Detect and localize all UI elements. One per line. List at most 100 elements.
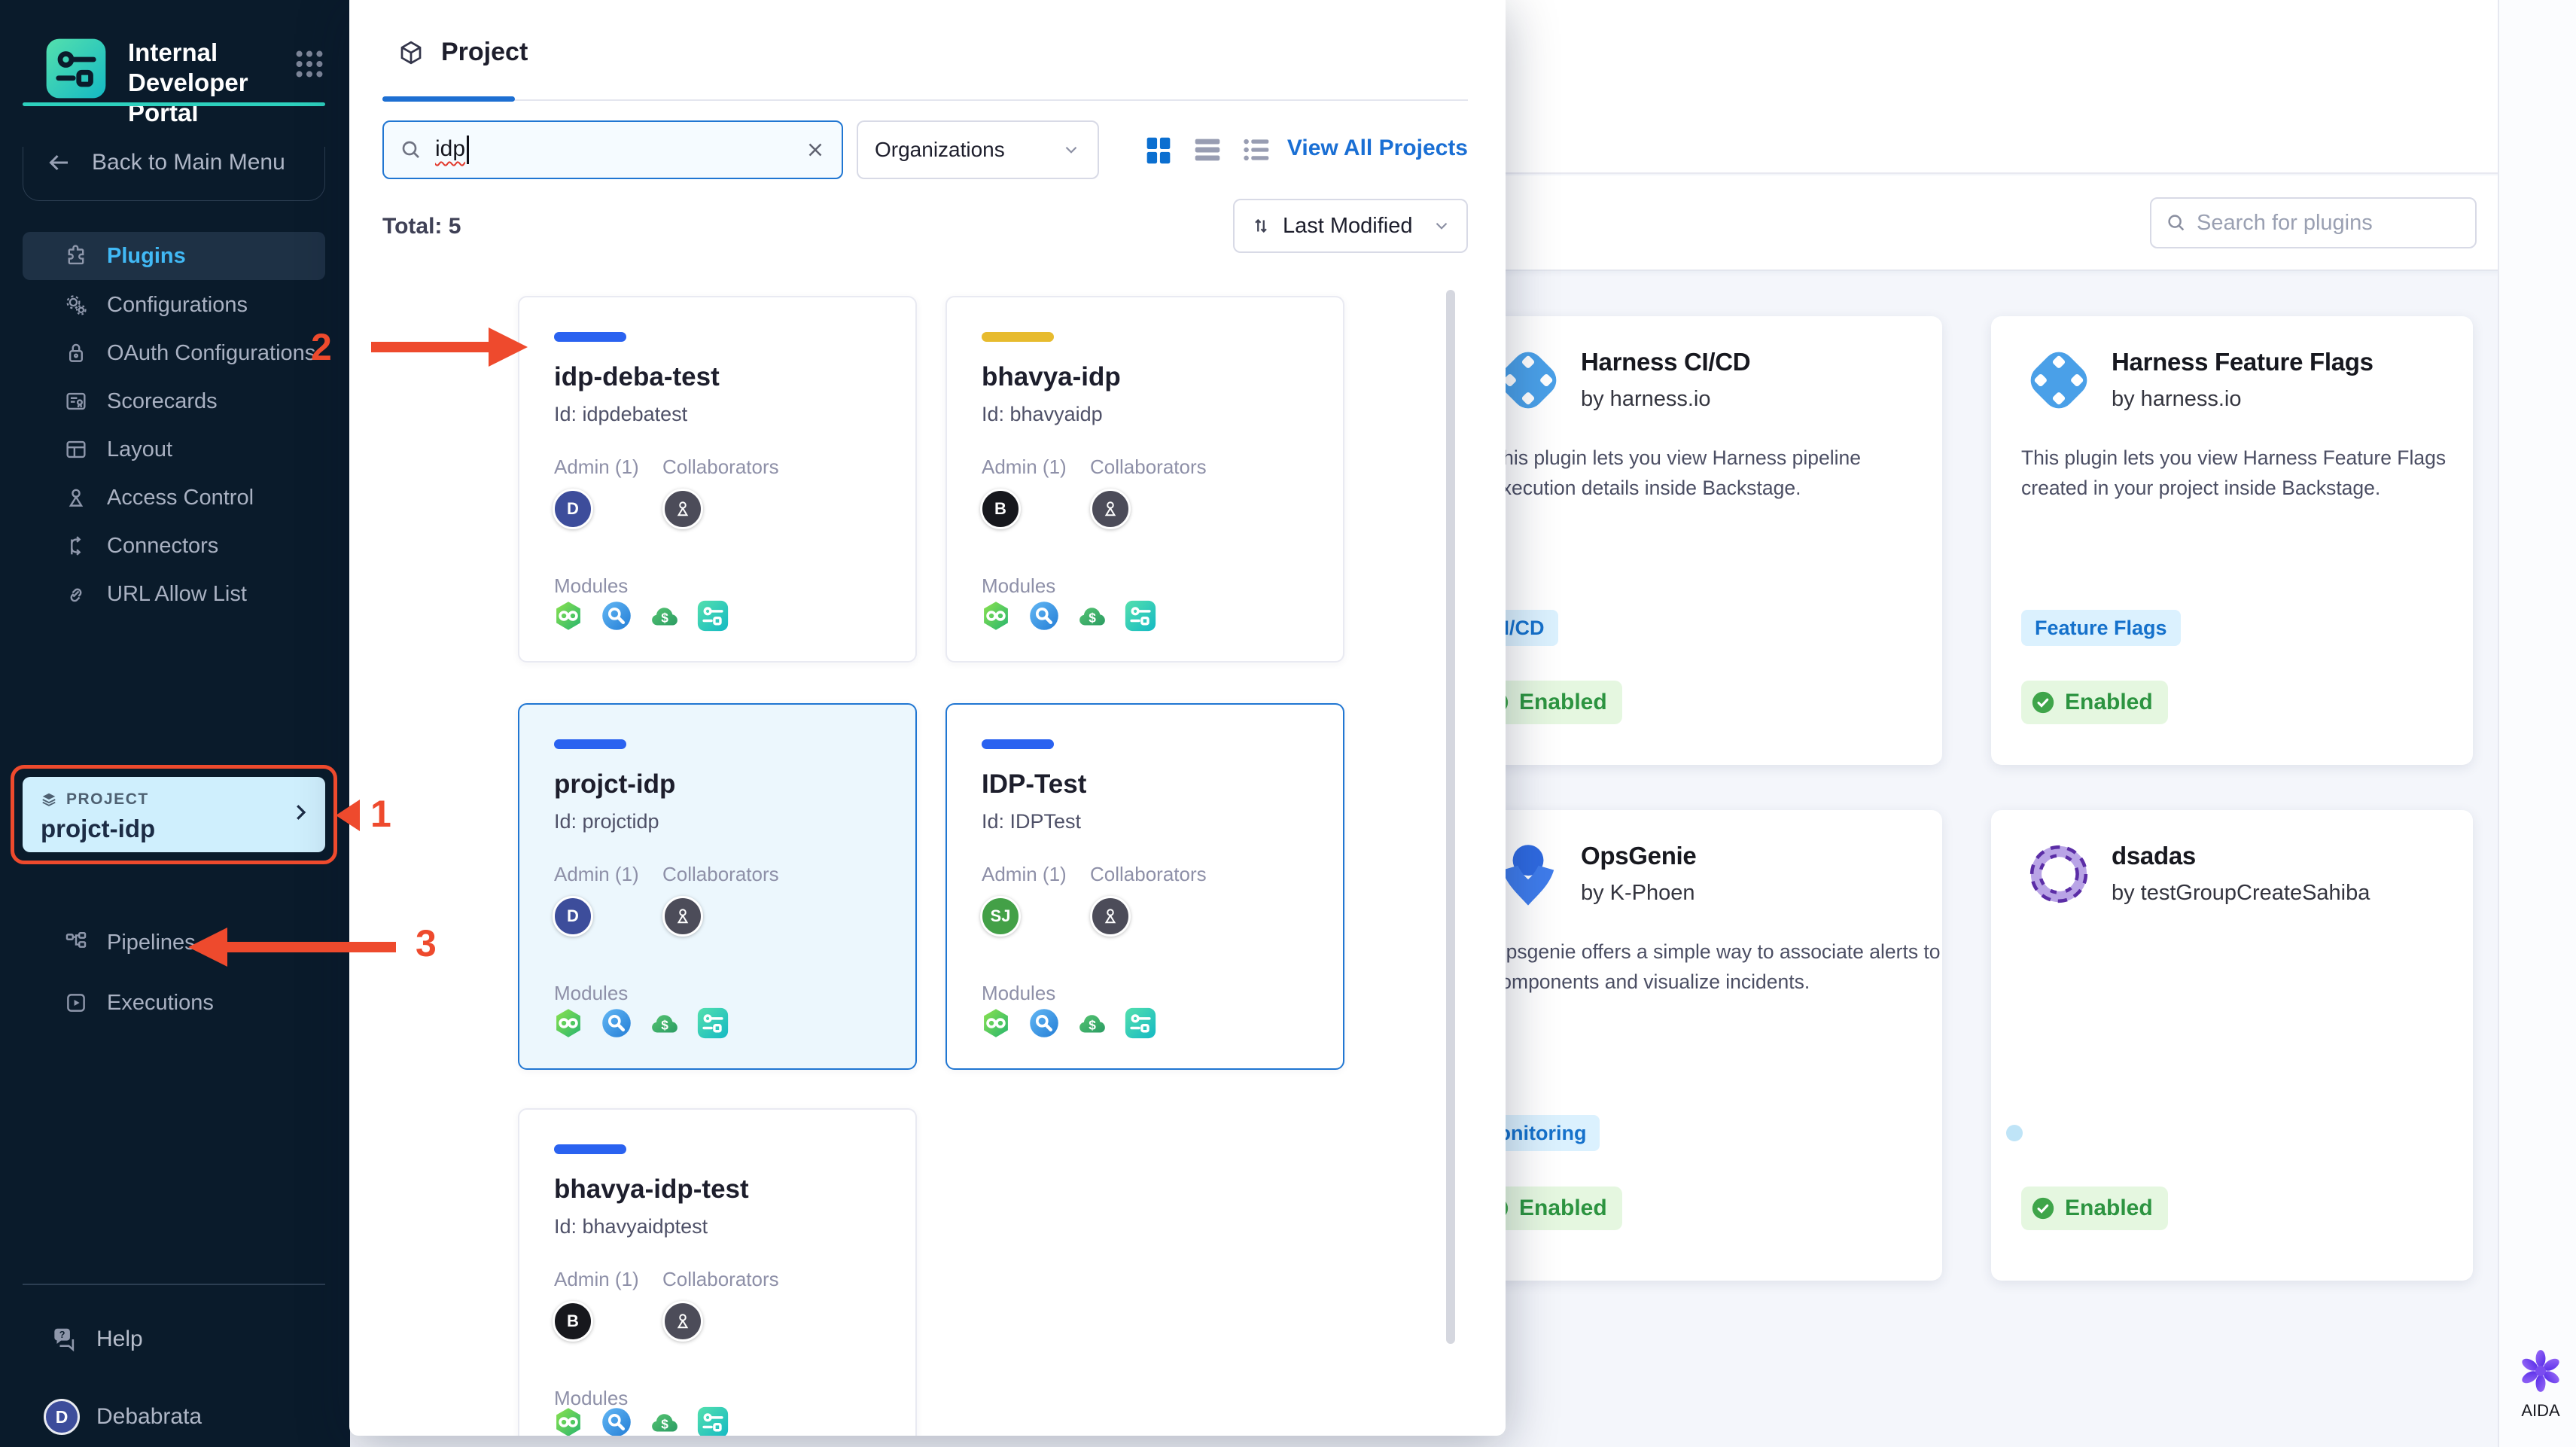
plugin-title: Harness Feature Flags — [2112, 348, 2374, 376]
plugin-card-feature-flags[interactable]: Harness Feature Flags by harness.io This… — [1991, 316, 2473, 765]
sidebar-item-label: OAuth Configurations — [107, 340, 316, 365]
collaborators-label: Collaborators — [662, 1268, 779, 1290]
status-badge: Enabled — [2021, 681, 2168, 724]
svg-text:$: $ — [1089, 610, 1096, 625]
apps-grid-icon[interactable] — [292, 47, 327, 81]
plugin-author: by harness.io — [2112, 387, 2242, 411]
sidebar-item-connectors[interactable]: Connectors — [23, 522, 325, 570]
sidebar-item-url-allow-list[interactable]: URL Allow List — [23, 570, 325, 618]
sidebar-item-access-control[interactable]: Access Control — [23, 474, 325, 522]
plugin-title: dsadas — [2112, 842, 2196, 870]
plugin-card-harness-cicd[interactable]: Harness CI/CD by harness.io This plugin … — [1460, 316, 1942, 765]
organizations-dropdown[interactable]: Organizations — [857, 120, 1099, 179]
project-id: Id: projctidp — [554, 810, 659, 833]
project-search-input[interactable]: idp — [382, 120, 843, 179]
dsadas-logo-icon — [2029, 845, 2088, 903]
modules-label: Modules — [554, 982, 629, 1004]
status-badge: Enabled — [2021, 1187, 2168, 1230]
collaborator-avatar — [662, 1301, 703, 1342]
sidebar-item-plugins[interactable]: Plugins — [23, 232, 325, 280]
view-all-projects-link[interactable]: View All Projects — [1287, 136, 1468, 161]
sidebar-item-oauth-configurations[interactable]: OAuth Configurations — [23, 329, 325, 377]
clear-search-icon[interactable] — [804, 139, 827, 161]
sidebar-item-label: URL Allow List — [107, 581, 247, 606]
executions-icon — [67, 994, 85, 1012]
project-card-idp-deba-test[interactable]: idp-deba-test Id: idpdebatest Admin (1) … — [518, 296, 917, 663]
user-name: Debabrata — [96, 1404, 202, 1429]
plugin-author: by harness.io — [1581, 387, 1711, 411]
color-bar — [554, 1144, 626, 1154]
chaos-module-icon — [1030, 1009, 1058, 1037]
tag-dot — [2006, 1125, 2023, 1141]
project-card-idp-test[interactable]: IDP-Test Id: IDPTest Admin (1) Collabora… — [945, 703, 1344, 1070]
project-card-bhavya-idp[interactable]: bhavya-idp Id: bhavyaidp Admin (1) Colla… — [945, 296, 1344, 663]
aida-assistant-button[interactable]: AIDA — [2514, 1348, 2567, 1421]
ci-module-icon — [984, 602, 1008, 630]
sort-value: Last Modified — [1283, 213, 1413, 238]
row-view-toggle[interactable] — [1190, 133, 1225, 167]
sidebar-item-label: Connectors — [107, 533, 219, 558]
sidebar-item-label: Configurations — [107, 292, 248, 317]
sort-dropdown[interactable]: Last Modified — [1233, 199, 1468, 253]
user-menu[interactable]: D Debabrata — [44, 1399, 202, 1435]
annotation-label-3: 3 — [416, 922, 437, 964]
admin-label: Admin (1) — [554, 455, 639, 478]
collaborator-avatar — [662, 489, 703, 529]
annotation-arrow-2-tail — [371, 342, 490, 352]
app-title: Internal Developer Portal — [128, 38, 248, 126]
annotation-label-2: 2 — [311, 326, 332, 368]
sidebar-item-label: Pipelines — [107, 930, 196, 955]
person-icon — [1104, 501, 1116, 516]
color-bar — [554, 332, 626, 342]
sidebar-item-scorecards[interactable]: Scorecards — [23, 377, 325, 425]
project-picker-modal: Project idp Organizations View All Proje… — [349, 0, 1506, 1436]
search-value: idp — [435, 136, 466, 161]
ci-module-icon — [556, 602, 580, 630]
search-plugins-input[interactable]: Search for plugins — [2150, 197, 2477, 248]
collaborators-label: Collaborators — [1090, 863, 1207, 885]
project-id: Id: bhavyaidptest — [554, 1215, 708, 1238]
project-name: bhavya-idp-test — [554, 1174, 749, 1204]
sidebar-item-label: Layout — [107, 437, 173, 462]
chaos-module-icon — [1030, 602, 1058, 630]
plugin-description: This plugin lets you view Harness Featur… — [2021, 446, 2447, 499]
sidebar-item-configurations[interactable]: Configurations — [23, 281, 325, 329]
chevron-down-icon — [1065, 146, 1077, 154]
grid-view-toggle[interactable] — [1141, 133, 1176, 167]
sidebar-item-executions[interactable]: Executions — [23, 979, 325, 1027]
plugin-description: This plugin lets you view Harness pipeli… — [1490, 446, 1861, 499]
color-bar — [982, 739, 1054, 749]
project-card-projct-idp[interactable]: projct-idp Id: projctidp Admin (1) Colla… — [518, 703, 917, 1070]
svg-text:?: ? — [59, 1330, 65, 1340]
modal-scrollbar[interactable] — [1446, 290, 1455, 1344]
help-label: Help — [96, 1327, 143, 1351]
modules-label: Modules — [982, 574, 1056, 597]
modules-label: Modules — [982, 982, 1056, 1004]
chaos-module-icon — [602, 1408, 631, 1436]
sidebar: Internal Developer Portal Back to Main M… — [0, 0, 350, 1447]
search-icon — [402, 141, 419, 158]
project-name: idp-deba-test — [554, 362, 720, 391]
organizations-value: Organizations — [875, 138, 1005, 161]
check-icon — [2032, 1197, 2054, 1220]
plugin-card-dsadas[interactable]: dsadas by testGroupCreateSahiba Enabled — [1991, 810, 2473, 1281]
sidebar-item-layout[interactable]: Layout — [23, 425, 325, 474]
collaborators-label: Collaborators — [662, 455, 779, 478]
search-icon — [2168, 215, 2185, 231]
module-icons: $ — [979, 599, 1158, 633]
plugin-card-opsgenie[interactable]: OpsGenie by K-Phoen Opsgenie offers a si… — [1460, 810, 1942, 1281]
list-view-toggle[interactable] — [1239, 133, 1274, 167]
avatar: B — [553, 1301, 593, 1342]
help-button[interactable]: ? Help — [50, 1325, 143, 1354]
plugin-author: by K-Phoen — [1581, 881, 1695, 905]
project-card-bhavya-idp-test[interactable]: bhavya-idp-test Id: bhavyaidptest Admin … — [518, 1108, 917, 1436]
modal-tab-project[interactable]: Project — [441, 38, 528, 67]
cloud-cost-module-icon: $ — [1079, 1015, 1105, 1033]
svg-text:$: $ — [1089, 1017, 1096, 1032]
person-icon — [677, 909, 689, 924]
project-name: projct-idp — [554, 769, 676, 799]
admin-label: Admin (1) — [554, 1268, 639, 1290]
project-name: bhavya-idp — [982, 362, 1121, 391]
chaos-module-icon — [602, 602, 631, 630]
aida-icon — [2522, 1350, 2559, 1392]
